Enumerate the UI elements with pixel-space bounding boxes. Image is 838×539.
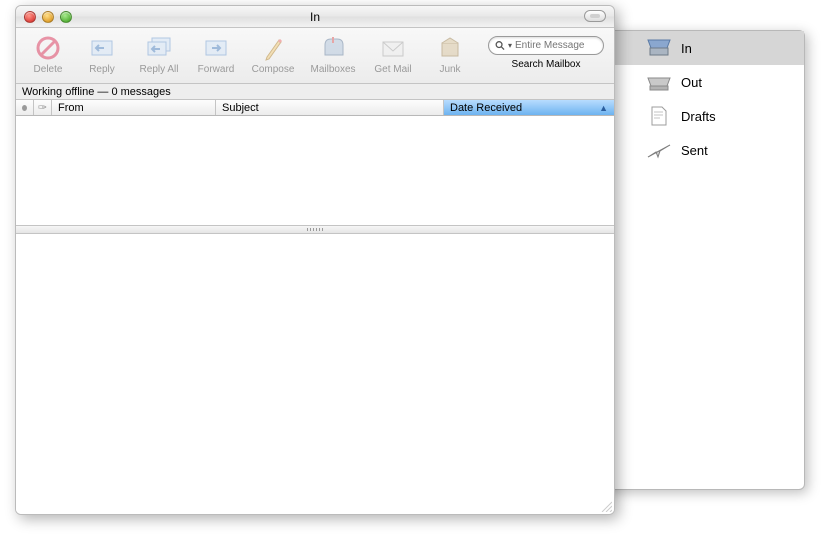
- pane-splitter[interactable]: [16, 226, 614, 234]
- sent-icon: [645, 139, 673, 161]
- drawer-item-label: Drafts: [681, 109, 716, 124]
- reply-icon: [86, 34, 118, 62]
- search-input[interactable]: [515, 40, 597, 51]
- compose-button[interactable]: Compose: [244, 32, 302, 75]
- tool-label: Forward: [198, 64, 235, 75]
- tool-label: Compose: [252, 64, 295, 75]
- drawer-item-drafts[interactable]: Drafts: [601, 99, 804, 133]
- delete-icon: [32, 34, 64, 62]
- toolbar: Delete Reply Reply All: [16, 28, 614, 84]
- get-mail-icon: [377, 34, 409, 62]
- column-headers: ✑ From Subject Date Received ▲: [16, 100, 614, 116]
- column-from[interactable]: From: [52, 100, 216, 115]
- drawer-item-in[interactable]: In: [601, 31, 804, 65]
- drawer-item-sent[interactable]: Sent: [601, 133, 804, 167]
- zoom-button[interactable]: [60, 11, 72, 23]
- inbox-icon: [645, 37, 673, 59]
- splitter-grip-icon: [307, 228, 323, 231]
- drawer-item-label: In: [681, 41, 692, 56]
- tool-label: Reply All: [140, 64, 179, 75]
- tool-label: Mailboxes: [310, 64, 355, 75]
- close-button[interactable]: [24, 11, 36, 23]
- search-field[interactable]: ▾: [488, 36, 604, 55]
- column-label: Subject: [222, 102, 259, 114]
- preview-pane: [16, 234, 614, 514]
- toolbar-toggle-button[interactable]: [584, 10, 606, 22]
- column-status[interactable]: [16, 100, 34, 115]
- sort-asc-icon: ▲: [599, 103, 608, 113]
- column-flag[interactable]: ✑: [34, 100, 52, 115]
- junk-button[interactable]: Junk: [424, 32, 476, 75]
- search-label: Search Mailbox: [512, 59, 581, 70]
- main-window: In Delete Reply: [15, 5, 615, 515]
- drawer-item-out[interactable]: Out: [601, 65, 804, 99]
- mailboxes-button[interactable]: Mailboxes: [304, 32, 362, 75]
- mailboxes-icon: [317, 34, 349, 62]
- junk-icon: [434, 34, 466, 62]
- resize-grip[interactable]: [600, 500, 612, 512]
- compose-icon: [257, 34, 289, 62]
- speech-icon: ✑: [38, 101, 47, 114]
- tool-label: Reply: [89, 64, 115, 75]
- column-label: From: [58, 102, 84, 114]
- reply-all-icon: [143, 34, 175, 62]
- delete-button[interactable]: Delete: [22, 32, 74, 75]
- message-list[interactable]: [16, 116, 614, 226]
- minimize-button[interactable]: [42, 11, 54, 23]
- get-mail-button[interactable]: Get Mail: [364, 32, 422, 75]
- reply-button[interactable]: Reply: [76, 32, 128, 75]
- search-wrap: ▾ Search Mailbox: [488, 32, 608, 70]
- status-text: Working offline — 0 messages: [22, 86, 171, 98]
- status-bar: Working offline — 0 messages: [16, 84, 614, 100]
- traffic-lights: [16, 11, 72, 23]
- outbox-icon: [645, 71, 673, 93]
- drawer-item-label: Sent: [681, 143, 708, 158]
- tool-label: Get Mail: [374, 64, 411, 75]
- titlebar[interactable]: In: [16, 6, 614, 28]
- column-subject[interactable]: Subject: [216, 100, 444, 115]
- tool-label: Delete: [34, 64, 63, 75]
- forward-button[interactable]: Forward: [190, 32, 242, 75]
- chevron-down-icon: ▾: [508, 41, 512, 50]
- column-date-received[interactable]: Date Received ▲: [444, 100, 614, 115]
- column-label: Date Received: [450, 102, 522, 114]
- forward-icon: [200, 34, 232, 62]
- window-title: In: [16, 10, 614, 24]
- tool-label: Junk: [439, 64, 460, 75]
- drawer-item-label: Out: [681, 75, 702, 90]
- mailboxes-drawer: In Out Drafts Sent: [600, 30, 805, 490]
- reply-all-button[interactable]: Reply All: [130, 32, 188, 75]
- dot-icon: [22, 105, 27, 111]
- drafts-icon: [645, 105, 673, 127]
- search-icon: [495, 40, 505, 51]
